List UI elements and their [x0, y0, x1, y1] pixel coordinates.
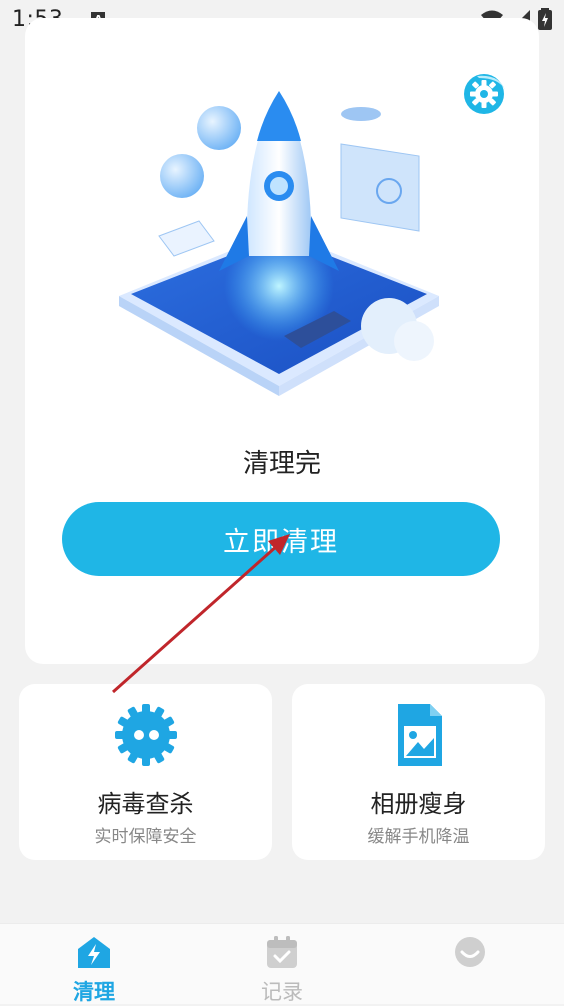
virus-scan-card[interactable]: 病毒查杀 实时保障安全 — [19, 684, 272, 860]
clean-now-button[interactable]: 立即清理 — [62, 502, 500, 576]
feature-title: 相册瘦身 — [370, 790, 467, 818]
tab-records[interactable]: 记录 — [212, 924, 352, 1005]
smile-face-icon — [455, 937, 485, 967]
tab-label: 记录 — [261, 980, 303, 1004]
rocket-illustration — [119, 91, 439, 396]
bottom-tab-bar: 清理 记录 — [0, 923, 564, 1004]
tab-profile[interactable] — [400, 924, 540, 1005]
photo-document-icon — [397, 704, 442, 766]
feature-title: 病毒查杀 — [97, 790, 194, 818]
gear-icon[interactable] — [459, 68, 509, 118]
lightning-home-icon — [78, 937, 110, 968]
feature-subtitle: 实时保障安全 — [94, 827, 197, 847]
tab-clean[interactable]: 清理 — [24, 924, 164, 1005]
feature-subtitle: 缓解手机降温 — [367, 827, 470, 847]
virus-gear-icon — [114, 704, 177, 766]
battery-icon — [538, 8, 552, 30]
main-clean-card: 清理完 立即清理 — [25, 18, 539, 664]
calendar-check-icon — [267, 936, 297, 968]
clean-status-text: 清理完 — [242, 449, 321, 479]
photo-slim-card[interactable]: 相册瘦身 缓解手机降温 — [292, 684, 545, 860]
tab-label: 清理 — [73, 980, 115, 1004]
